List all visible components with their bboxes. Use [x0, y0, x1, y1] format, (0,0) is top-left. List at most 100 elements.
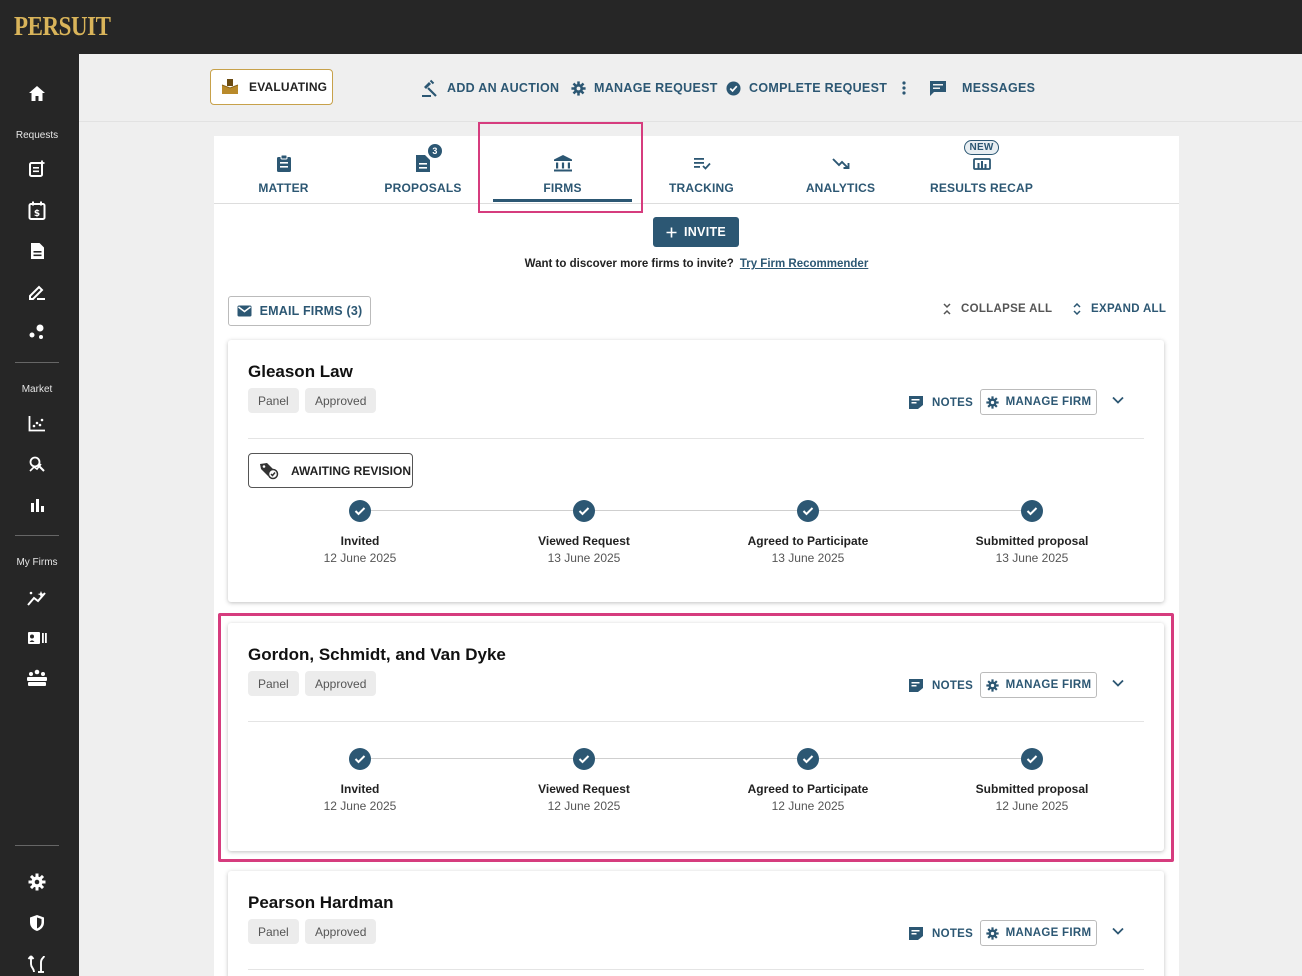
tab-tracking[interactable]: TRACKING	[632, 136, 771, 204]
messages-button[interactable]: MESSAGES	[929, 79, 1035, 97]
home-icon[interactable]	[24, 80, 50, 106]
gavel-icon	[422, 79, 437, 97]
notes-button[interactable]: NOTES	[908, 395, 973, 410]
awaiting-revision-label: AWAITING REVISION	[291, 463, 412, 478]
mail-icon	[237, 305, 252, 317]
add-auction-label: ADD AN AUCTION	[447, 81, 560, 95]
market-insights-icon[interactable]	[24, 451, 50, 477]
active-tab-indicator	[493, 199, 632, 202]
collapse-all-button[interactable]: COLLAPSE ALL	[942, 303, 1052, 315]
sidebar: Requests $ Market My Firms	[0, 54, 79, 976]
tab-proposals-label: PROPOSALS	[384, 181, 462, 195]
card-divider	[248, 969, 1144, 970]
tab-matter[interactable]: MATTER	[214, 136, 353, 204]
check-icon	[573, 748, 595, 770]
step-submitted-proposal: Submitted proposal 13 June 2025	[932, 500, 1132, 565]
request-status-label: EVALUATING	[249, 80, 328, 94]
bank-icon	[553, 155, 572, 172]
step-label: Submitted proposal	[975, 534, 1089, 548]
step-viewed-request: Viewed Request 12 June 2025	[484, 748, 684, 813]
panel-chip: Panel	[248, 388, 299, 413]
notes-icon	[909, 396, 923, 409]
step-label: Agreed to Participate	[747, 534, 869, 548]
plus-icon	[666, 227, 677, 237]
step-date: 12 June 2025	[323, 551, 397, 565]
check-icon	[1021, 748, 1043, 770]
complete-request-button[interactable]: COMPLETE REQUEST	[726, 79, 887, 97]
request-action-bar: EVALUATING ADD AN AUCTION MANAGE REQUEST…	[79, 54, 1302, 122]
billing-calendar-icon[interactable]: $	[24, 197, 50, 223]
firm-recommender-link[interactable]: Try Firm Recommender	[740, 258, 868, 270]
tab-tracking-label: TRACKING	[669, 181, 734, 195]
tab-firms[interactable]: FIRMS	[493, 136, 632, 204]
awaiting-revision-status: AWAITING REVISION	[248, 453, 413, 488]
check-icon	[349, 748, 371, 770]
notes-button[interactable]: NOTES	[908, 678, 973, 693]
revision-tag-icon	[260, 462, 279, 479]
groups-icon[interactable]	[24, 665, 50, 691]
results-chart-icon	[972, 158, 991, 170]
check-icon	[797, 500, 819, 522]
new-request-icon[interactable]	[24, 156, 50, 182]
step-date: 13 June 2025	[547, 551, 621, 565]
sidebar-divider	[15, 362, 59, 363]
request-status-chip[interactable]: EVALUATING	[210, 69, 333, 105]
firm-performance-icon[interactable]	[24, 585, 50, 611]
shield-icon[interactable]	[24, 910, 50, 936]
request-panel: MATTER 3 PROPOSALS FIRMS TRACKING ANALYT…	[214, 136, 1179, 976]
check-circle-icon	[726, 80, 741, 96]
check-icon	[573, 500, 595, 522]
card-divider	[248, 721, 1144, 722]
firm-name: Gordon, Schmidt, and Van Dyke	[248, 645, 506, 664]
gear-icon	[571, 80, 586, 96]
workflow-nodes-icon[interactable]	[24, 319, 50, 345]
email-firms-button[interactable]: EMAIL FIRMS (3)	[228, 296, 371, 326]
checklist-icon	[693, 158, 711, 170]
step-label: Viewed Request	[538, 782, 630, 796]
chevron-down-icon[interactable]	[1112, 679, 1124, 687]
manage-firm-button[interactable]: MANAGE FIRM	[980, 389, 1097, 415]
tab-results-recap[interactable]: NEW RESULTS RECAP	[910, 136, 1053, 204]
step-submitted-proposal: Submitted proposal 12 June 2025	[932, 748, 1132, 813]
expand-all-label: EXPAND ALL	[1091, 303, 1167, 315]
manage-firm-label: MANAGE FIRM	[1005, 396, 1092, 408]
card-divider	[248, 438, 1144, 439]
expand-all-button[interactable]: EXPAND ALL	[1072, 303, 1166, 315]
tab-proposals[interactable]: 3 PROPOSALS	[353, 136, 493, 204]
firm-card: Pearson Hardman Panel Approved NOTES MAN…	[228, 871, 1164, 976]
gear-icon	[986, 678, 999, 692]
contact-card-icon[interactable]	[24, 625, 50, 651]
manage-firm-button[interactable]: MANAGE FIRM	[980, 920, 1097, 946]
panel-chip: Panel	[248, 919, 299, 944]
collapse-icon	[943, 303, 951, 315]
persuit-logo[interactable]: PERSUIT	[14, 11, 111, 42]
step-label: Invited	[340, 534, 380, 548]
step-date: 13 June 2025	[995, 551, 1069, 565]
scatter-chart-icon[interactable]	[24, 410, 50, 436]
more-vertical-icon	[902, 81, 906, 95]
gear-icon[interactable]	[24, 869, 50, 895]
check-icon	[797, 748, 819, 770]
trending-down-icon	[831, 158, 849, 169]
invite-button[interactable]: INVITE	[653, 217, 739, 247]
chevron-down-icon[interactable]	[1112, 927, 1124, 935]
check-icon	[1021, 500, 1043, 522]
bar-chart-icon[interactable]	[24, 492, 50, 518]
svg-text:$: $	[34, 209, 40, 219]
step-invited: Invited 12 June 2025	[260, 500, 460, 565]
notes-button[interactable]: NOTES	[908, 926, 973, 941]
step-agreed-to-participate: Agreed to Participate 13 June 2025	[708, 500, 908, 565]
request-tabs: MATTER 3 PROPOSALS FIRMS TRACKING ANALYT…	[214, 136, 1179, 204]
integrations-icon[interactable]	[24, 951, 50, 976]
step-label: Invited	[340, 782, 380, 796]
add-auction-button[interactable]: ADD AN AUCTION	[421, 79, 559, 97]
document-icon[interactable]	[24, 238, 50, 264]
chevron-down-icon[interactable]	[1112, 396, 1124, 404]
tab-analytics[interactable]: ANALYTICS	[771, 136, 910, 204]
firm-card: Gordon, Schmidt, and Van Dyke Panel Appr…	[228, 623, 1164, 851]
more-options-button[interactable]	[899, 79, 909, 97]
sidebar-section-my-firms: My Firms	[16, 557, 58, 568]
manage-firm-button[interactable]: MANAGE FIRM	[980, 672, 1097, 698]
sign-pen-icon[interactable]	[24, 279, 50, 305]
manage-request-button[interactable]: MANAGE REQUEST	[571, 79, 718, 97]
